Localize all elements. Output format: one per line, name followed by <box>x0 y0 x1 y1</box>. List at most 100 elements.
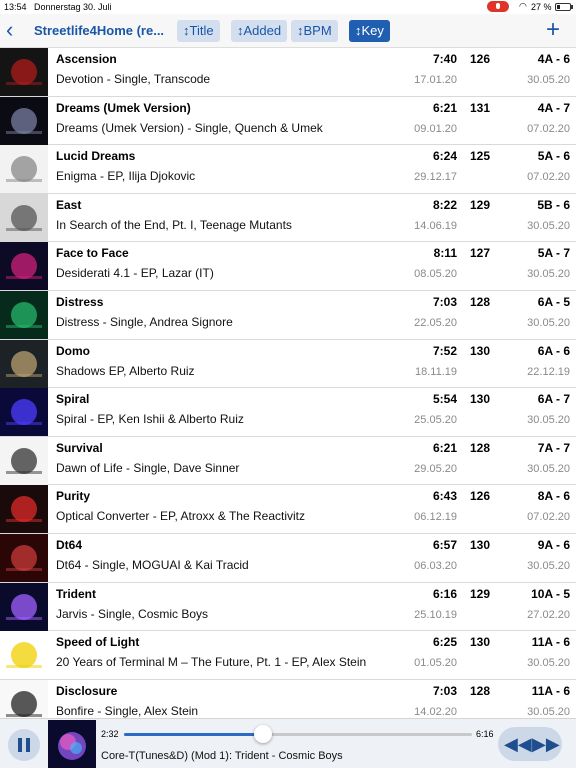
status-time: 13:54 <box>4 2 27 12</box>
sort-added-button[interactable]: ↕Added <box>231 20 288 42</box>
track-key: 5A - 7 <box>537 246 570 261</box>
battery-tip <box>571 5 573 9</box>
track-subtitle: Devotion - Single, Transcode <box>56 72 211 86</box>
album-cover <box>0 339 48 388</box>
track-subtitle: Dawn of Life - Single, Dave Sinner <box>56 460 240 475</box>
track-added-date: 07.02.20 <box>527 122 570 135</box>
track-row[interactable]: Dt64 Dt64 - Single, MOGUAI & Kai Tracid 6:… <box>0 534 576 583</box>
track-title: Distress <box>56 295 104 309</box>
track-bpm: 130 <box>470 635 491 650</box>
track-row[interactable]: Survival Dawn of Life - Single, Dave Sinn… <box>0 436 576 486</box>
track-row[interactable]: Disclosure Bonfire - Single, Alex Stein 7:… <box>0 679 576 718</box>
chevron-left-icon[interactable]: ‹ <box>6 18 13 42</box>
player-bar: 2:32 6:16 Core-T(Tunes&D) (Mod 1): Tride… <box>0 718 576 768</box>
track-title: Ascension <box>56 52 117 66</box>
track-duration: 6:16 <box>432 586 457 601</box>
track-key: 5A - 6 <box>537 149 570 164</box>
now-playing-title: Core-T(Tunes&D) (Mod 1): Trident - Cosmi… <box>101 750 343 762</box>
sort-bpm-button[interactable]: ↕BPM <box>291 20 338 42</box>
track-duration: 7:52 <box>432 343 457 358</box>
track-row[interactable]: Trident Jarvis - Single, Cosmic Boys 6:16 1… <box>0 582 576 632</box>
track-key: 6A - 5 <box>537 295 570 309</box>
track-title: East <box>56 197 82 212</box>
track-duration: 6:57 <box>432 538 457 552</box>
track-subtitle: Bonfire - Single, Alex Stein <box>56 703 199 718</box>
progress-slider[interactable] <box>124 725 472 743</box>
track-subtitle: Dreams (Umek Version) - Single, Quench &… <box>56 120 323 135</box>
track-added-date: 07.02.20 <box>527 511 570 524</box>
album-cover <box>0 388 48 437</box>
track-release-date: 29.05.20 <box>414 462 457 475</box>
track-subtitle: 20 Years of Terminal M – The Future, Pt.… <box>56 655 367 670</box>
track-bpm: 126 <box>470 52 491 66</box>
fast-forward-icon[interactable]: ▶▶ <box>532 733 560 755</box>
track-duration: 8:11 <box>433 246 457 261</box>
track-title: Survival <box>56 440 103 455</box>
track-title: Spiral <box>56 392 90 407</box>
track-row[interactable]: Spiral Spiral - EP, Ken Ishii & Alberto R… <box>0 388 576 437</box>
track-title: Dreams (Umek Version) <box>56 100 191 115</box>
track-bpm: 129 <box>470 197 491 212</box>
track-title: Speed of Light <box>56 635 140 650</box>
track-row[interactable]: Purity Optical Converter - EP, Atroxx & T… <box>0 485 576 534</box>
album-cover <box>0 193 48 242</box>
track-release-date: 17.01.20 <box>414 74 457 86</box>
album-cover <box>0 145 48 194</box>
plus-icon[interactable]: + <box>546 16 560 44</box>
track-duration: 8:22 <box>432 197 457 212</box>
rewind-icon[interactable]: ◀◀ <box>504 733 532 755</box>
track-list[interactable]: Ascension Devotion - Single, Transcode 7:4… <box>0 48 576 718</box>
track-key: 4A - 7 <box>537 100 570 115</box>
track-duration: 7:03 <box>432 295 457 309</box>
playlist-title[interactable]: Streetlife4Home (re... <box>34 23 164 38</box>
sort-key-button[interactable]: ↕Key <box>349 20 390 42</box>
track-row[interactable]: Face to Face Desiderati 4.1 - EP, Lazar (… <box>0 242 576 291</box>
navigation-bar: ‹ Streetlife4Home (re... ↕Title ↕Added ↕… <box>0 14 576 48</box>
album-cover <box>0 679 48 718</box>
track-added-date: 27.02.20 <box>527 608 570 621</box>
track-added-date: 07.02.20 <box>527 171 570 184</box>
track-title: Domo <box>56 343 90 358</box>
track-duration: 6:21 <box>432 100 457 115</box>
now-playing-cover <box>48 720 96 768</box>
track-release-date: 14.02.20 <box>414 705 457 718</box>
album-cover <box>0 291 48 339</box>
track-duration: 6:24 <box>432 149 457 164</box>
album-cover <box>0 48 48 96</box>
track-release-date: 14.06.19 <box>414 219 457 232</box>
track-added-date: 30.05.20 <box>527 317 570 329</box>
track-bpm: 128 <box>470 440 491 455</box>
track-release-date: 01.05.20 <box>414 657 457 670</box>
track-row[interactable]: Distress Distress - Single, Andrea Signor… <box>0 291 576 340</box>
progress-knob[interactable] <box>254 725 273 743</box>
track-release-date: 06.03.20 <box>414 560 457 572</box>
track-added-date: 30.05.20 <box>527 657 570 670</box>
track-row[interactable]: Speed of Light 20 Years of Terminal M – T… <box>0 631 576 680</box>
track-row[interactable]: East In Search of the End, Pt. I, Teenage… <box>0 193 576 243</box>
skip-controls: ◀◀ ▶▶ <box>498 727 562 761</box>
track-row[interactable]: Domo Shadows EP, Alberto Ruiz 7:52 130 6A - … <box>0 339 576 389</box>
track-subtitle: Enigma - EP, Ilija Djokovic <box>56 169 196 184</box>
track-release-date: 06.12.19 <box>414 511 457 524</box>
battery-percent: 27 % <box>531 2 552 12</box>
track-row[interactable]: Ascension Devotion - Single, Transcode 7:4… <box>0 48 576 97</box>
track-key: 11A - 6 <box>531 635 570 650</box>
track-row[interactable]: Dreams (Umek Version) Dreams (Umek Versio… <box>0 96 576 146</box>
track-row[interactable]: Lucid Dreams Enigma - EP, Ilija Djokovic 6… <box>0 145 576 194</box>
track-title: Trident <box>56 586 97 601</box>
track-title: Purity <box>56 489 91 504</box>
pause-icon[interactable] <box>8 729 40 761</box>
track-added-date: 30.05.20 <box>527 219 570 232</box>
track-bpm: 128 <box>470 295 491 309</box>
track-bpm: 130 <box>470 392 491 407</box>
album-cover <box>0 242 48 291</box>
track-duration: 7:03 <box>432 683 457 698</box>
album-cover <box>0 485 48 534</box>
progress-fill <box>124 733 264 736</box>
sort-title-button[interactable]: ↕Title <box>177 20 220 42</box>
wifi-icon: ◠ <box>519 1 527 11</box>
track-key: 4A - 6 <box>537 52 570 66</box>
track-title: Lucid Dreams <box>56 149 136 164</box>
track-release-date: 29.12.17 <box>414 171 457 184</box>
track-bpm: 125 <box>470 149 491 164</box>
